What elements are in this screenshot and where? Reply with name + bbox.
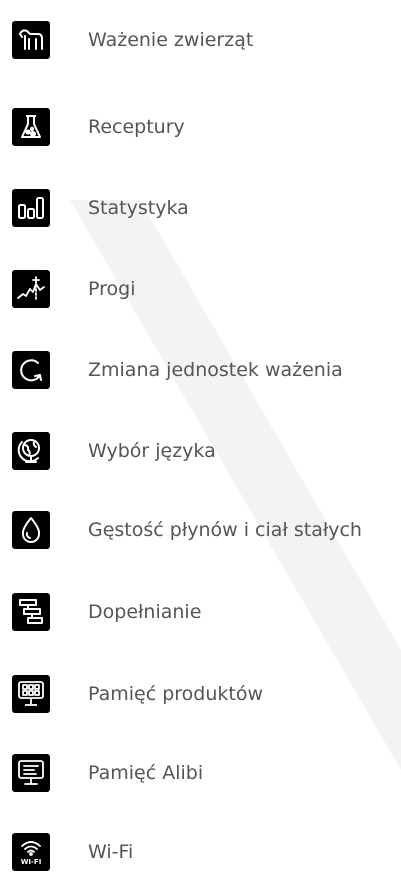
menu-item-statistics[interactable]: Statystyka	[12, 178, 189, 238]
menu-item-label: Pamięć Alibi	[88, 762, 204, 784]
threshold-graph-icon	[12, 270, 50, 308]
alibi-memory-icon	[12, 754, 50, 792]
menu-item-filling[interactable]: Dopełnianie	[12, 582, 201, 642]
menu-item-label: Statystyka	[88, 197, 189, 219]
menu-item-alibi-memory[interactable]: Pamięć Alibi	[12, 743, 203, 803]
menu-item-label: Zmiana jednostek ważenia	[88, 359, 343, 381]
menu-item-wifi[interactable]: WI-FI Wi-Fi	[12, 822, 133, 882]
menu-item-label: Pamięć produktów	[88, 683, 264, 705]
globe-icon	[12, 432, 50, 470]
wifi-icon-text: WI-FI	[21, 858, 42, 866]
menu-item-thresholds[interactable]: Progi	[12, 259, 135, 319]
refresh-arrow-icon	[12, 351, 50, 389]
menu-item-label: Wi-Fi	[88, 841, 134, 863]
bar-chart-icon	[12, 189, 50, 227]
menu-item-label: Receptury	[88, 116, 185, 138]
menu-item-animal-weighing[interactable]: Ważenie zwierząt	[12, 10, 253, 70]
menu-item-language[interactable]: Wybór języka	[12, 421, 216, 481]
menu-item-label: Gęstość płynów i ciał stałych	[88, 519, 362, 541]
wifi-icon: WI-FI	[12, 833, 50, 871]
menu-item-recipes[interactable]: Receptury	[12, 97, 185, 157]
menu-item-label: Wybór języka	[88, 440, 216, 462]
menu-item-density[interactable]: Gęstość płynów i ciał stałych	[12, 500, 362, 560]
horse-icon	[12, 21, 50, 59]
menu-item-product-memory[interactable]: Pamięć produktów	[12, 664, 263, 724]
menu-item-unit-change[interactable]: Zmiana jednostek ważenia	[12, 340, 343, 400]
menu-item-label: Progi	[88, 278, 136, 300]
product-memory-icon	[12, 675, 50, 713]
menu-item-label: Dopełnianie	[88, 601, 202, 623]
menu-item-label: Ważenie zwierząt	[88, 29, 254, 51]
flask-icon	[12, 108, 50, 146]
drop-icon	[12, 511, 50, 549]
filling-steps-icon	[12, 593, 50, 631]
